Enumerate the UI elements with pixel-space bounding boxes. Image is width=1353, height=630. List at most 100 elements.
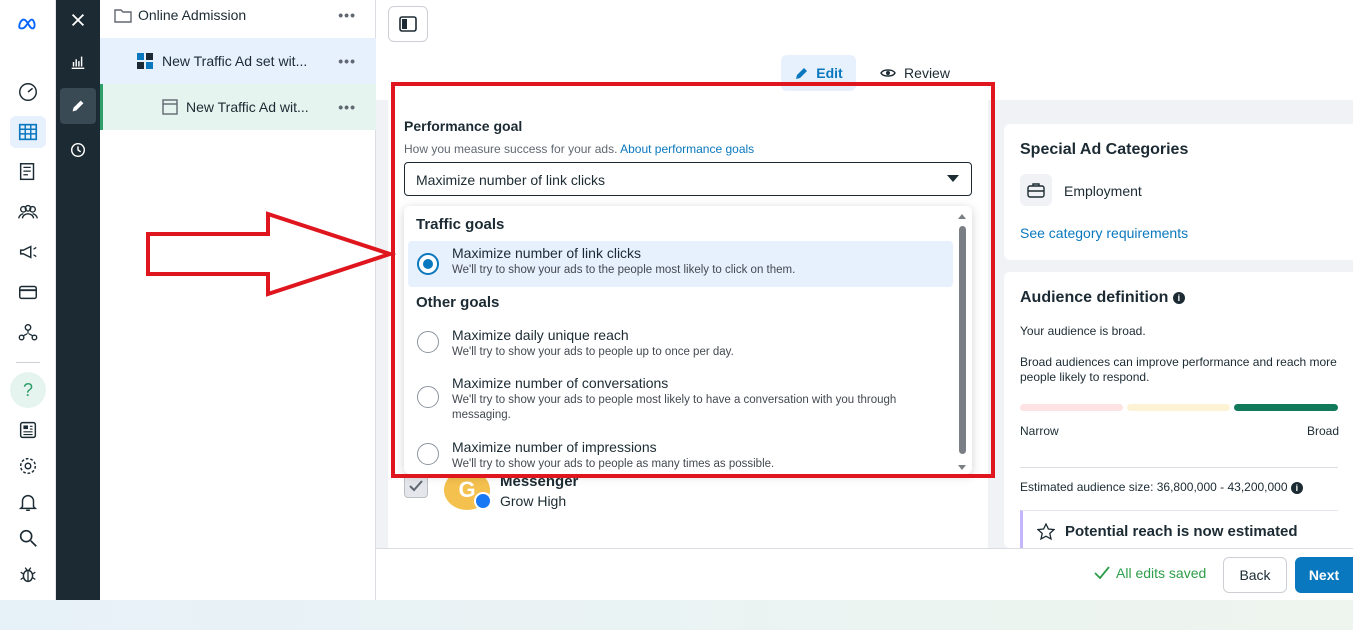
taskbar-strip [0,600,1353,630]
about-performance-goals-link[interactable]: About performance goals [620,142,754,156]
option-title: Maximize number of link clicks [452,245,642,261]
help-icon[interactable]: ? [10,372,46,408]
audience-definition-card: Audience definition i Your audience is b… [1004,272,1353,550]
meter-mid-segment [1127,404,1230,411]
pages-icon[interactable] [10,156,46,188]
tree-item-ad[interactable]: New Traffic Ad wit... ••• [100,84,376,130]
category-employment: Employment [1064,183,1142,199]
radio-unselected[interactable] [417,331,439,353]
placement-name: Messenger [500,473,579,490]
tree-item-adset[interactable]: New Traffic Ad set wit... ••• [100,38,376,84]
editor-tool-column [56,0,100,600]
edit-pencil-icon [796,68,808,79]
performance-goal-subtitle: How you measure success for your ads. Ab… [404,142,754,156]
close-icon[interactable] [60,2,96,38]
audiences-icon[interactable] [10,196,46,228]
tab-edit-label: Edit [816,65,843,81]
scrollbar-thumb[interactable] [959,226,966,454]
check-icon [409,480,423,492]
meta-logo-icon[interactable] [10,8,46,40]
radio-selected[interactable] [417,253,439,275]
category-requirements-link[interactable]: See category requirements [1020,225,1188,241]
eye-icon [880,69,896,77]
scroll-up-icon[interactable] [958,214,966,219]
tree-item-label: New Traffic Ad set wit... [162,53,308,69]
folder-icon [114,7,132,23]
tab-review-label: Review [904,65,950,81]
messenger-badge-icon [474,492,492,510]
dashboard-gauge-icon[interactable] [10,76,46,108]
option-desc: We'll try to show your ads to people mos… [452,394,897,421]
radio-unselected[interactable] [417,386,439,408]
estimated-size: Estimated audience size: 36,800,000 - 43… [1020,480,1342,495]
radio-unselected[interactable] [417,443,439,465]
more-options-icon[interactable]: ••• [338,99,356,115]
audience-title-text: Audience definition [1020,289,1169,306]
info-icon[interactable]: i [1290,481,1303,494]
settings-gear-icon[interactable] [10,450,46,482]
scroll-down-icon[interactable] [958,465,966,470]
left-rail: ? [0,0,56,600]
more-options-icon[interactable]: ••• [338,7,356,23]
notifications-bell-icon[interactable] [10,486,46,518]
option-impressions[interactable]: Maximize number of impressions We'll try… [408,435,953,474]
meter-broad-segment [1234,404,1338,411]
bug-report-icon[interactable] [10,558,46,590]
subtitle-text: How you measure success for your ads. [404,142,618,156]
meter-narrow-label: Narrow [1020,424,1059,438]
star-icon [1037,523,1055,541]
more-options-icon[interactable]: ••• [338,53,356,69]
option-title: Maximize daily unique reach [452,327,629,343]
news-feed-icon[interactable] [10,414,46,446]
group-traffic-goals: Traffic goals [416,216,505,233]
tree-item-label: Online Admission [138,7,247,23]
performance-goal-dropdown: Traffic goals Maximize number of link cl… [404,206,972,474]
option-daily-unique-reach[interactable]: Maximize daily unique reach We'll try to… [408,323,953,363]
option-desc: We'll try to show your ads to people up … [452,346,734,358]
ads-manager-table-icon[interactable] [10,116,46,148]
reporting-chart-icon[interactable] [60,44,96,80]
audience-note: Broad audiences can improve performance … [1020,355,1337,384]
caret-down-icon [947,175,959,182]
tree-item-campaign[interactable]: Online Admission ••• [100,0,376,38]
potential-text: Potential reach is now estimated [1065,523,1298,540]
info-icon[interactable]: i [1172,291,1185,304]
option-desc: We'll try to show your ads to the people… [452,264,796,276]
option-desc: We'll try to show your ads to people as … [452,458,775,470]
annotation-arrow-icon [146,211,397,297]
option-link-clicks[interactable]: Maximize number of link clicks We'll try… [408,241,953,287]
meter-narrow-segment [1020,404,1123,411]
audience-status: Your audience is broad. [1020,324,1146,338]
messenger-checkbox[interactable] [404,474,428,498]
tab-edit[interactable]: Edit [781,55,856,91]
sidebar-toggle-button[interactable] [388,6,428,42]
estimated-value: 36,800,000 - 43,200,000 [1156,480,1288,494]
history-clock-icon[interactable] [60,132,96,168]
business-network-icon[interactable] [10,316,46,348]
audience-title: Audience definition i [1020,289,1185,307]
billing-card-icon[interactable] [10,276,46,308]
selected-goal: Maximize number of link clicks [416,172,606,188]
option-title: Maximize number of impressions [452,439,657,455]
meter-broad-label: Broad [1307,424,1340,438]
performance-goal-title: Performance goal [404,118,523,134]
panel-toggle-icon [399,16,417,32]
option-conversations[interactable]: Maximize number of conversations We'll t… [408,371,953,427]
group-other-goals: Other goals [416,294,500,311]
save-status-text: All edits saved [1116,565,1207,581]
save-status: All edits saved [1094,565,1206,581]
back-button[interactable]: Back [1223,557,1287,593]
campaign-tree-panel: Online Admission ••• New Traffic Ad set … [100,0,376,600]
special-ad-title: Special Ad Categories [1020,141,1189,158]
special-ad-categories-card: Special Ad Categories Employment See cat… [1004,124,1353,260]
tab-review[interactable]: Review [870,55,960,91]
briefcase-icon [1020,174,1052,206]
footer-bar [376,548,1353,600]
search-icon[interactable] [10,522,46,554]
next-button[interactable]: Next [1295,557,1353,593]
potential-reach-notice: Potential reach is now estimated [1020,510,1338,550]
performance-goal-select[interactable]: Maximize number of link clicks [404,162,972,196]
megaphone-icon[interactable] [10,236,46,268]
edit-pencil-icon[interactable] [60,88,96,124]
adset-grid-icon [136,52,154,70]
